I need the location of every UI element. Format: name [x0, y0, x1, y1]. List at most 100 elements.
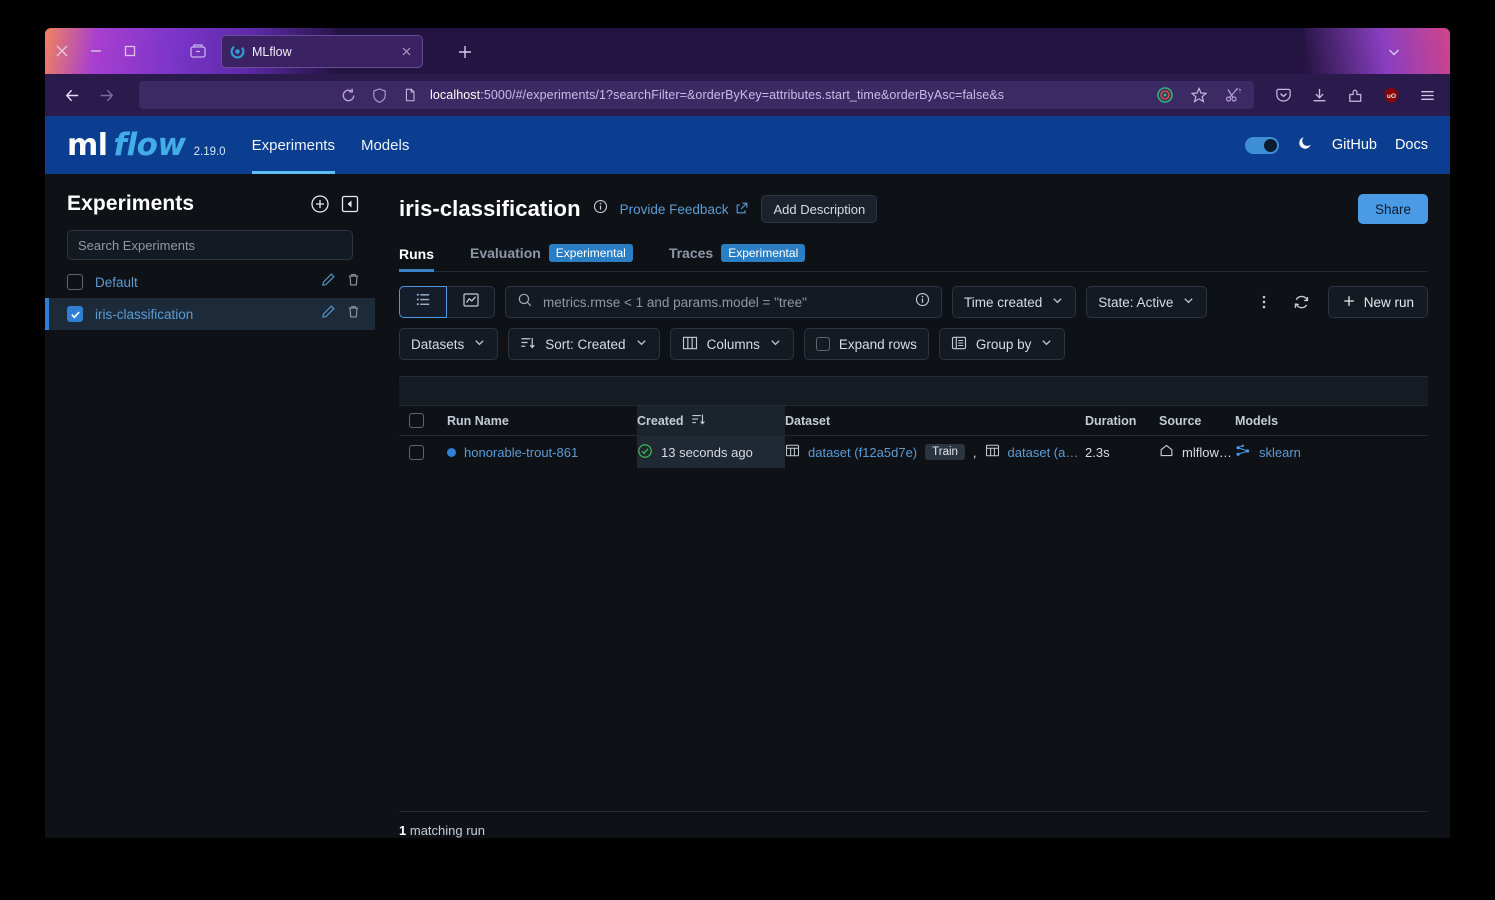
- column-header-run-name[interactable]: Run Name: [447, 414, 637, 428]
- new-run-label: New run: [1363, 294, 1414, 310]
- back-arrow-icon[interactable]: [57, 80, 87, 110]
- shield-icon[interactable]: [368, 84, 390, 106]
- column-header-dataset[interactable]: Dataset: [785, 414, 1085, 428]
- create-experiment-plus-icon[interactable]: [309, 193, 331, 215]
- screenshot-scissors-icon[interactable]: [1222, 84, 1244, 106]
- chevron-down-icon: [1051, 294, 1064, 310]
- forward-arrow-icon[interactable]: [91, 80, 121, 110]
- reload-icon[interactable]: [337, 84, 359, 106]
- dataset-table-icon: [985, 443, 1000, 461]
- experiment-name[interactable]: Default: [95, 275, 309, 290]
- window-minimize-button[interactable]: [87, 42, 105, 60]
- share-button[interactable]: Share: [1357, 194, 1428, 224]
- time-created-dropdown[interactable]: Time created: [952, 286, 1077, 318]
- tab-evaluation[interactable]: Evaluation Experimental: [470, 244, 633, 271]
- new-tab-button[interactable]: [455, 42, 475, 62]
- column-header-created[interactable]: Created: [637, 405, 785, 436]
- delete-trash-icon[interactable]: [346, 272, 361, 292]
- dataset-tag-train: Train: [925, 444, 965, 460]
- titlebar-decoration-right: [1305, 28, 1450, 74]
- list-icon: [415, 291, 432, 313]
- github-link[interactable]: GitHub: [1332, 137, 1377, 153]
- tab-traces[interactable]: Traces Experimental: [669, 244, 806, 271]
- sidebar-header: Experiments: [45, 192, 375, 216]
- mlflow-header-right: GitHub Docs: [1244, 134, 1428, 156]
- nav-item-models[interactable]: Models: [361, 116, 409, 174]
- bookmark-star-icon[interactable]: [1188, 84, 1210, 106]
- hamburger-menu-icon[interactable]: [1416, 84, 1438, 106]
- dark-mode-toggle[interactable]: [1244, 136, 1279, 154]
- logo-ml-text: ml: [67, 128, 108, 163]
- column-header-models[interactable]: Models: [1235, 414, 1428, 428]
- ublock-origin-icon[interactable]: uO: [1380, 84, 1402, 106]
- tab-list-chevron-down-icon[interactable]: [1386, 44, 1402, 60]
- url-text: localhost:5000/#/experiments/1?searchFil…: [430, 88, 1004, 102]
- page-icon[interactable]: [399, 84, 421, 106]
- tracking-protection-icon[interactable]: [1154, 84, 1176, 106]
- run-name-link[interactable]: honorable-trout-861: [464, 445, 578, 460]
- runs-search-input[interactable]: metrics.rmse < 1 and params.model = "tre…: [505, 286, 942, 318]
- chevron-down-icon: [769, 336, 782, 352]
- window-maximize-button[interactable]: [121, 42, 139, 60]
- url-bar[interactable]: localhost:5000/#/experiments/1?searchFil…: [139, 81, 1254, 109]
- experiment-checkbox[interactable]: [67, 274, 83, 290]
- provide-feedback-label: Provide Feedback: [619, 201, 729, 217]
- new-run-button[interactable]: New run: [1327, 286, 1428, 318]
- state-filter-dropdown[interactable]: State: Active: [1086, 286, 1208, 318]
- mlflow-logo[interactable]: ml flow 2.19.0: [67, 127, 226, 163]
- browser-tab[interactable]: MLflow: [221, 35, 423, 68]
- mlflow-main-nav: Experiments Models: [251, 116, 409, 174]
- columns-dropdown[interactable]: Columns: [669, 328, 794, 360]
- add-description-button[interactable]: Add Description: [761, 195, 878, 223]
- runs-toolbar-secondary: Datasets Sort: Created Columns Expand ro…: [399, 328, 1428, 360]
- chart-view-button[interactable]: [447, 286, 495, 318]
- nav-item-experiments[interactable]: Experiments: [251, 116, 336, 174]
- list-view-button[interactable]: [399, 286, 447, 318]
- external-link-icon: [735, 201, 749, 218]
- datasets-dropdown[interactable]: Datasets: [399, 328, 499, 360]
- tab-close-icon[interactable]: [399, 44, 414, 59]
- experiment-row-default[interactable]: Default: [45, 266, 375, 298]
- chevron-down-icon: [473, 336, 486, 352]
- run-status-success-icon: [637, 443, 653, 462]
- refresh-runs-icon[interactable]: [1290, 290, 1314, 314]
- experiment-row-iris-classification[interactable]: iris-classification: [45, 298, 375, 330]
- edit-pencil-icon[interactable]: [321, 272, 336, 292]
- column-header-source[interactable]: Source: [1159, 414, 1235, 428]
- experiment-checkbox[interactable]: [67, 306, 83, 322]
- edit-pencil-icon[interactable]: [321, 304, 336, 324]
- sort-dropdown[interactable]: Sort: Created: [508, 328, 660, 360]
- search-info-icon[interactable]: [915, 292, 930, 312]
- docs-link[interactable]: Docs: [1395, 137, 1428, 153]
- column-header-created-label: Created: [637, 413, 684, 428]
- delete-trash-icon[interactable]: [346, 304, 361, 324]
- page-title-row: iris-classification Provide Feedback Add…: [399, 194, 1428, 224]
- info-circle-icon[interactable]: [593, 199, 608, 219]
- window-close-button[interactable]: [53, 42, 71, 60]
- datasets-label: Datasets: [411, 336, 465, 352]
- model-graph-icon: [1235, 443, 1251, 462]
- expand-rows-box[interactable]: [815, 337, 830, 351]
- experiment-name[interactable]: iris-classification: [95, 307, 309, 322]
- select-all-checkbox[interactable]: [399, 413, 447, 428]
- group-by-dropdown[interactable]: Group by: [938, 328, 1066, 360]
- expand-rows-checkbox[interactable]: Expand rows: [803, 328, 929, 360]
- provide-feedback-link[interactable]: Provide Feedback: [620, 201, 750, 218]
- sort-desc-icon[interactable]: [691, 412, 706, 430]
- more-options-kebab-icon[interactable]: [1252, 290, 1276, 314]
- dataset-link-2[interactable]: dataset (a…: [1008, 445, 1079, 460]
- dataset-link-1[interactable]: dataset (f12a5d7e): [808, 445, 917, 460]
- collapse-sidebar-icon[interactable]: [339, 193, 361, 215]
- run-name-cell[interactable]: honorable-trout-861: [447, 445, 637, 460]
- column-header-duration[interactable]: Duration: [1085, 414, 1159, 428]
- model-link-sklearn[interactable]: sklearn: [1259, 445, 1301, 460]
- table-row[interactable]: honorable-trout-861 13 seconds ago datas…: [399, 436, 1428, 468]
- extensions-icon[interactable]: [1344, 84, 1366, 106]
- row-checkbox[interactable]: [399, 444, 447, 460]
- downloads-icon[interactable]: [1308, 84, 1330, 106]
- pocket-icon[interactable]: [1272, 84, 1294, 106]
- tab-list-icon[interactable]: [187, 40, 211, 64]
- search-experiments-input[interactable]: Search Experiments: [67, 230, 353, 260]
- tab-runs[interactable]: Runs: [399, 246, 434, 272]
- chevron-down-icon: [635, 336, 648, 352]
